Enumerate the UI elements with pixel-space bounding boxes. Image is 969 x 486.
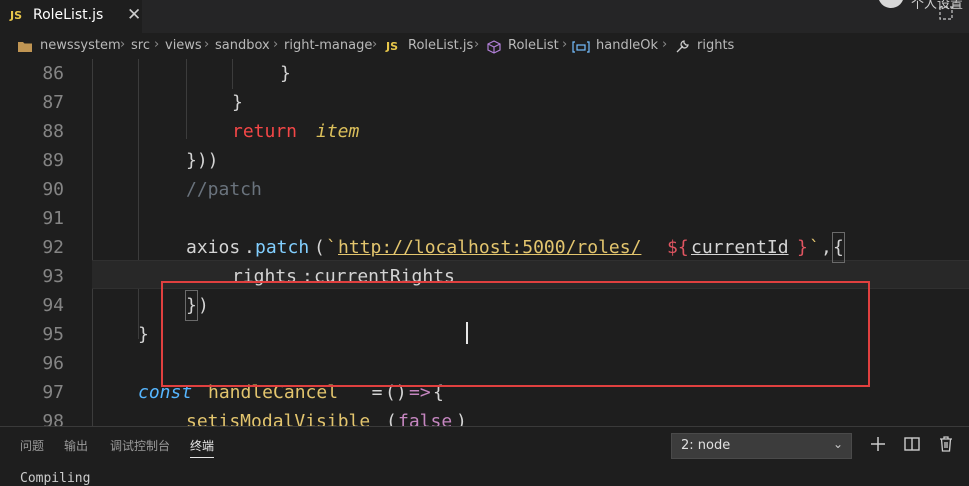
terminal-select-value: 2: node — [681, 438, 731, 453]
breadcrumb-item-handleok[interactable]: handleOk — [596, 38, 658, 53]
line-number: 89 — [42, 150, 64, 171]
code-line: 98 setisModalVisible ( false ) — [0, 407, 969, 426]
breadcrumb-item-src[interactable]: src — [131, 38, 150, 53]
line-number: 92 — [42, 237, 64, 258]
breadcrumb-separator: › — [562, 37, 568, 52]
code-token: axios — [186, 237, 241, 258]
breadcrumb-item-rolelist[interactable]: RoleList — [508, 38, 559, 53]
code-string[interactable]: http://localhost:5000/roles/ — [338, 233, 641, 262]
line-number: 98 — [42, 411, 64, 426]
code-editor[interactable]: 86 } 87 } 88 return item 89 })) 90 //pat… — [0, 59, 969, 426]
code-line: 92 axios . patch ( ` http://localhost:50… — [0, 232, 969, 263]
javascript-file-icon: JS — [386, 40, 399, 53]
breadcrumb-item-file[interactable]: RoleList.js — [408, 38, 473, 53]
code-line: 86 } — [0, 59, 969, 88]
code-token: } — [797, 237, 808, 258]
tab-rolelist-js[interactable]: JS RoleList.js ✕ — [0, 0, 143, 33]
line-number: 86 — [42, 63, 64, 84]
code-token: } — [280, 63, 291, 84]
code-token: ) — [456, 411, 467, 426]
code-token: item — [316, 121, 360, 142]
split-terminal-icon[interactable] — [903, 435, 921, 453]
code-token: patch — [255, 237, 310, 258]
terminal-output: Compiling — [20, 471, 91, 486]
line-number: 94 — [42, 295, 64, 316]
code-token: })) — [186, 150, 219, 171]
line-number: 93 — [42, 266, 64, 287]
code-line: 88 return item — [0, 117, 969, 146]
line-number: 95 — [42, 324, 64, 345]
split-editor-icon[interactable] — [939, 6, 953, 20]
code-token: ${ — [667, 237, 689, 258]
breadcrumb-separator: › — [154, 37, 160, 52]
component-icon — [487, 40, 501, 54]
code-token: , — [821, 237, 832, 258]
tab-problems[interactable]: 问题 — [20, 437, 44, 454]
variable-icon — [572, 41, 590, 53]
code-token: setisModalVisible — [186, 411, 371, 426]
code-line: 87 } — [0, 88, 969, 117]
code-token: ` — [809, 237, 820, 258]
code-token: } — [138, 324, 149, 345]
line-number: 90 — [42, 179, 64, 200]
bottom-panel: 问题 输出 调试控制台 终端 2: node ⌄ Compiling — [0, 426, 969, 486]
breadcrumb: newssystem › src › views › sandbox › rig… — [0, 33, 969, 59]
editor-tab-bar: JS RoleList.js ✕ 个人设置 — [0, 0, 969, 33]
wrench-icon — [676, 40, 689, 53]
breadcrumb-separator: › — [204, 37, 210, 52]
code-token: currentId — [691, 237, 789, 258]
add-terminal-icon[interactable] — [869, 435, 887, 453]
avatar[interactable] — [878, 0, 904, 8]
breadcrumb-item-newssystem[interactable]: newssystem — [40, 38, 121, 53]
tab-title: RoleList.js — [33, 7, 104, 23]
chevron-down-icon: ⌄ — [832, 437, 843, 451]
code-token: ( — [386, 411, 397, 426]
tab-debug-console[interactable]: 调试控制台 — [110, 437, 170, 454]
code-token: . — [244, 237, 255, 258]
breadcrumb-separator: › — [372, 37, 378, 52]
code-token: ( — [314, 237, 325, 258]
code-comment: //patch — [186, 179, 262, 200]
code-token: false — [398, 411, 453, 426]
tab-terminal[interactable]: 终端 — [190, 437, 215, 458]
breadcrumb-separator: › — [474, 37, 480, 52]
annotation-highlight-box — [161, 281, 870, 387]
code-line: 91 — [0, 204, 969, 233]
line-number: 87 — [42, 92, 64, 113]
terminal-select[interactable]: 2: node ⌄ — [671, 433, 852, 459]
code-line: 90 //patch — [0, 175, 969, 204]
breadcrumb-item-right-manage[interactable]: right-manage — [284, 38, 372, 53]
tab-output[interactable]: 输出 — [64, 437, 88, 454]
line-number: 88 — [42, 121, 64, 142]
trash-icon[interactable] — [937, 435, 955, 453]
breadcrumb-item-views[interactable]: views — [165, 38, 202, 53]
code-token: } — [232, 92, 243, 113]
breadcrumb-item-rights[interactable]: rights — [697, 38, 734, 53]
code-token: { — [832, 232, 845, 263]
code-line: 89 })) — [0, 146, 969, 175]
code-token: return — [232, 121, 298, 142]
breadcrumb-item-sandbox[interactable]: sandbox — [215, 38, 270, 53]
line-number: 96 — [42, 353, 64, 374]
breadcrumb-separator: › — [273, 37, 279, 52]
breadcrumb-separator: › — [120, 37, 126, 52]
code-token: ` — [326, 237, 337, 258]
breadcrumb-separator: › — [662, 37, 668, 52]
line-number: 91 — [42, 208, 64, 229]
javascript-file-icon: JS — [10, 9, 23, 22]
close-icon[interactable]: ✕ — [127, 5, 141, 25]
folder-icon — [18, 42, 32, 52]
top-right-label: 个人设置 — [911, 0, 964, 12]
line-number: 97 — [42, 382, 64, 403]
